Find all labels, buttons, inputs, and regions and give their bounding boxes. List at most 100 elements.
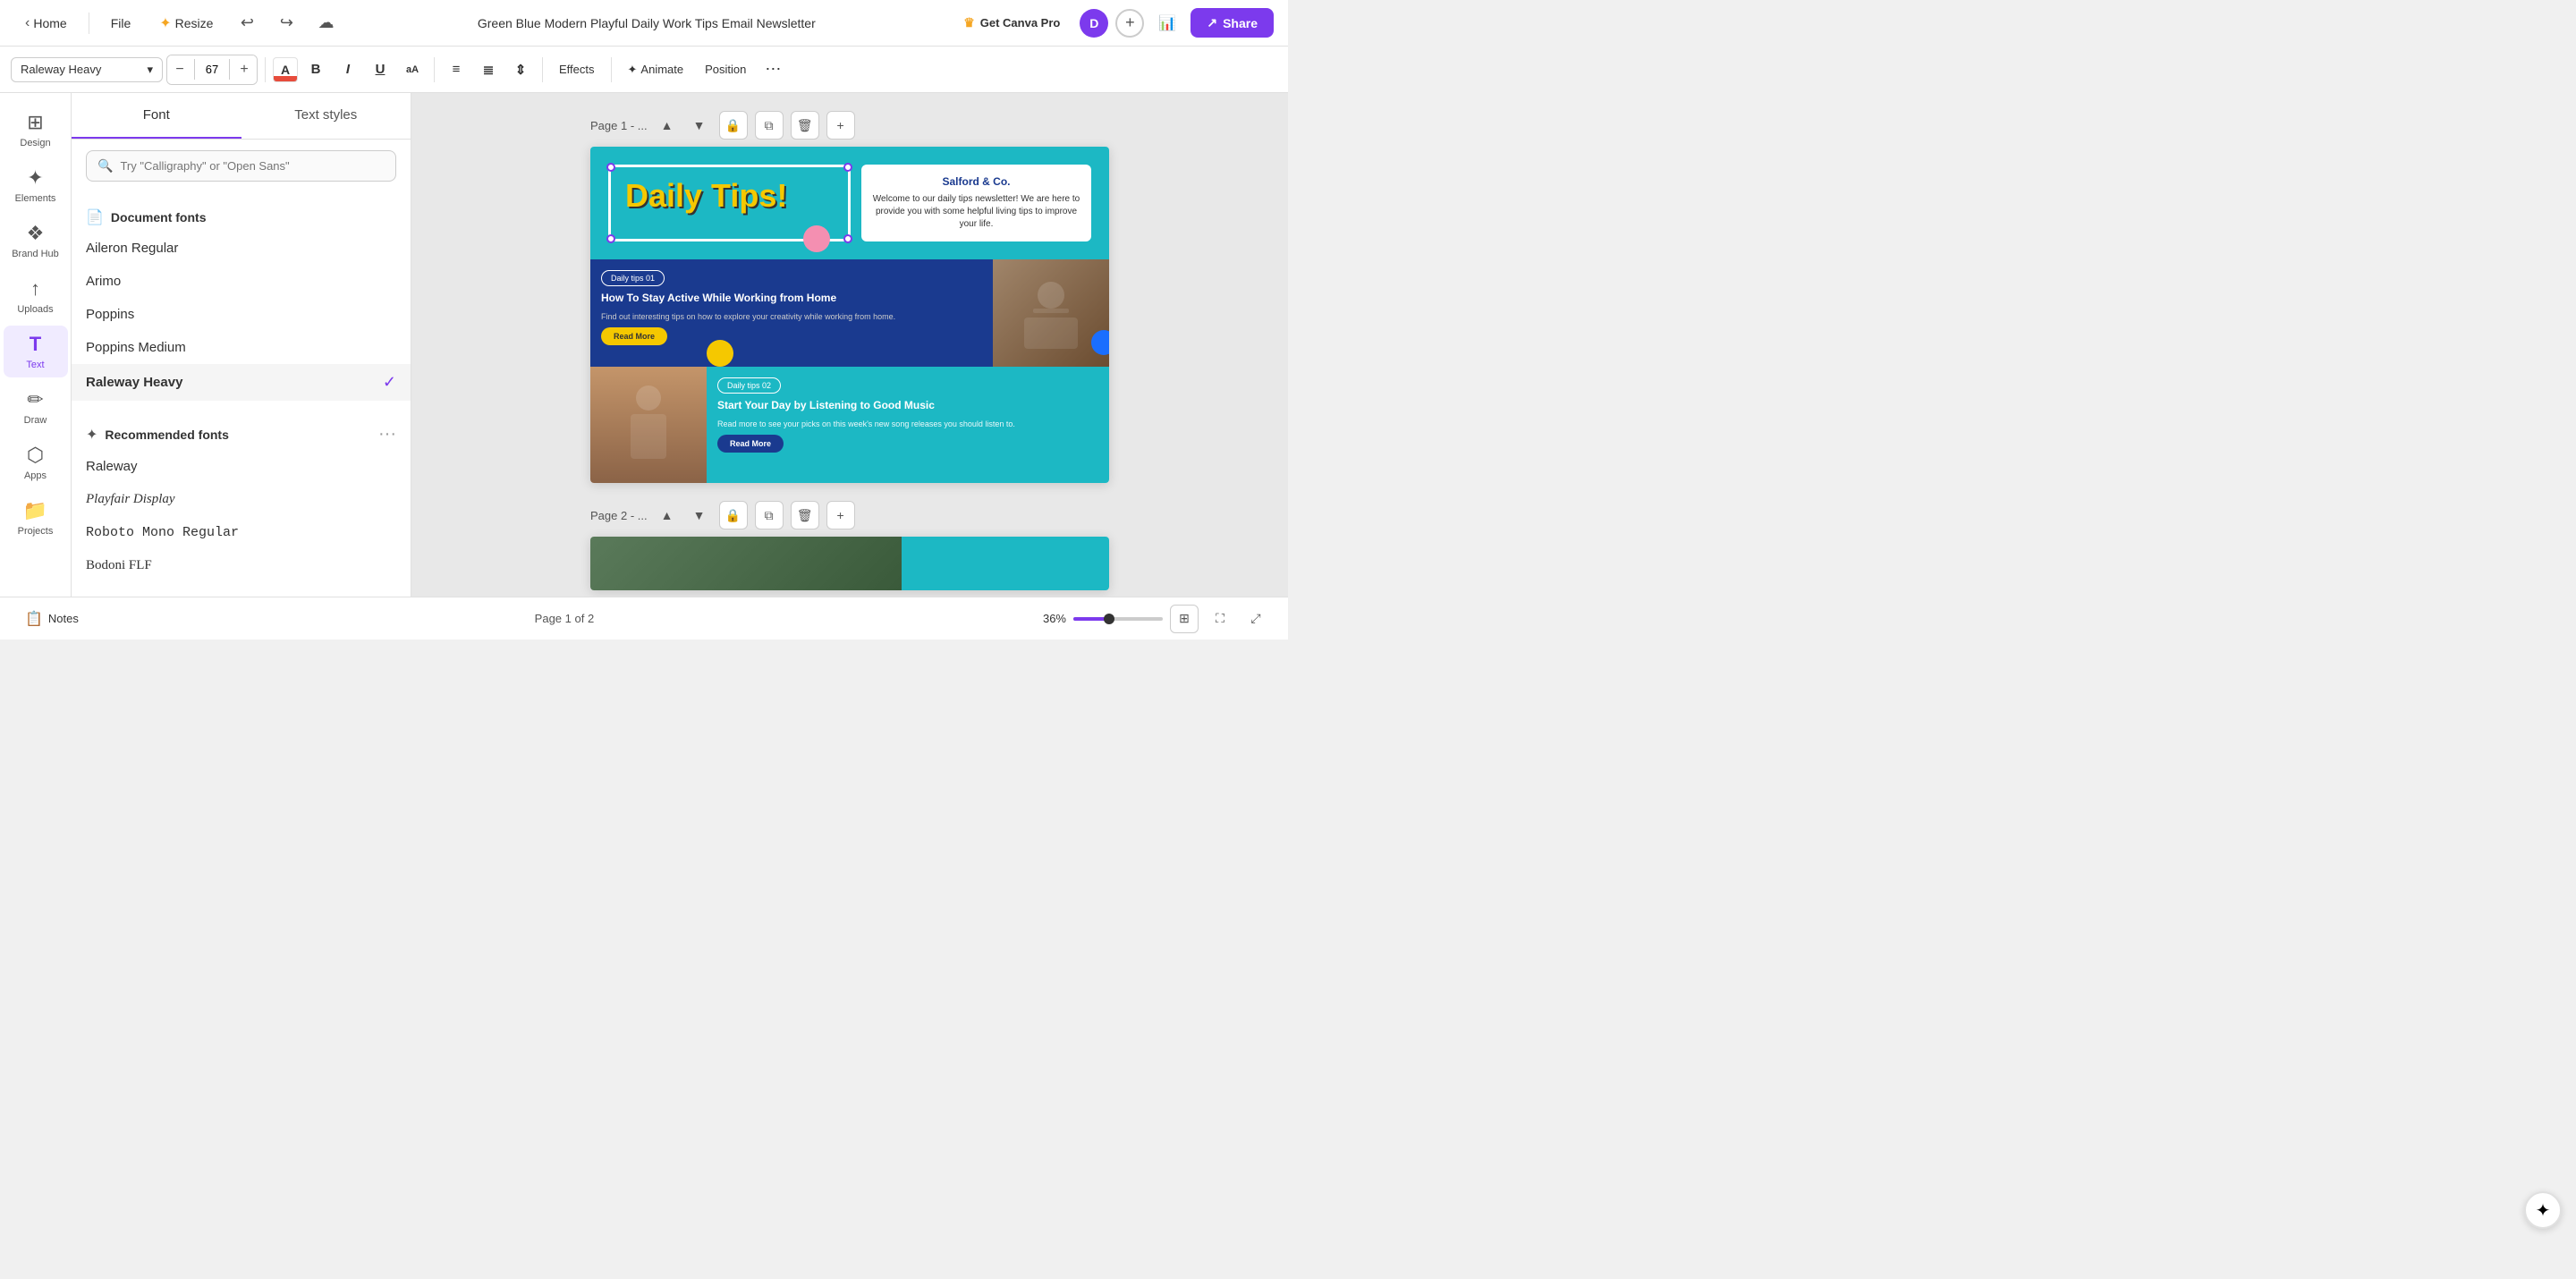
recommended-fonts-label: Recommended fonts — [105, 428, 228, 442]
salford-box: Salford & Co. Welcome to our daily tips … — [861, 165, 1091, 241]
list-button[interactable]: ≣ — [474, 55, 503, 84]
font-name-aileron: Aileron Regular — [86, 241, 178, 256]
upload-font-row[interactable]: Upload a font ♛ LEARN MORE — [72, 589, 411, 597]
notes-button[interactable]: 📋 Notes — [18, 605, 86, 633]
font-size-input[interactable] — [194, 59, 230, 80]
sidebar-item-design[interactable]: ⊞ Design — [4, 104, 68, 156]
font-search-input[interactable] — [120, 159, 385, 173]
font-item-bodoni[interactable]: Bodoni FLF — [72, 549, 411, 582]
avatar[interactable]: D — [1080, 9, 1108, 38]
page1-delete-button[interactable]: 🗑 — [791, 111, 819, 140]
tip2-content: Daily tips 02 Start Your Day by Listenin… — [707, 367, 1109, 483]
deco-circle-pink — [803, 225, 830, 252]
sidebar-item-text[interactable]: T Text — [4, 326, 68, 377]
case-button[interactable]: aA — [398, 55, 427, 84]
file-button[interactable]: File — [100, 11, 142, 36]
grid-view-button[interactable]: ⊞ — [1170, 605, 1199, 633]
bottom-section: Daily tips 02 Start Your Day by Listenin… — [590, 367, 1109, 483]
italic-button[interactable]: I — [334, 55, 362, 84]
align-button[interactable]: ≡ — [442, 55, 470, 84]
resize-button[interactable]: ✦ Resize — [148, 9, 224, 38]
font-item-aileron[interactable]: Aileron Regular — [72, 232, 411, 265]
font-name-playfair: Playfair Display — [86, 492, 175, 507]
page1-add-button[interactable]: + — [826, 111, 855, 140]
page2-delete-button[interactable]: 🗑 — [791, 501, 819, 529]
zoom-slider-thumb — [1104, 614, 1114, 624]
color-letter: A — [281, 64, 290, 76]
position-button[interactable]: Position — [696, 57, 755, 81]
animate-icon: ✦ — [628, 63, 638, 77]
font-name-poppins: Poppins — [86, 307, 134, 322]
effects-button[interactable]: Effects — [550, 57, 604, 81]
get-pro-button[interactable]: ♛ Get Canva Pro — [951, 9, 1072, 37]
share-button[interactable]: ↗ Share — [1191, 8, 1274, 38]
increase-size-button[interactable]: + — [232, 55, 257, 84]
page2-collapse-button[interactable]: ▲ — [655, 503, 680, 528]
font-item-raleway-heavy[interactable]: Raleway Heavy ✓ — [72, 364, 411, 401]
draw-icon: ✏ — [27, 388, 43, 411]
font-item-arimo[interactable]: Arimo — [72, 265, 411, 298]
tip2-title: Start Your Day by Listening to Good Musi… — [717, 399, 1098, 413]
document-fonts-section: 📄 Document fonts — [72, 199, 411, 232]
top-bar: ‹ Home File ✦ Resize ↩ ↪ ☁ Green Blue Mo… — [0, 0, 1288, 47]
font-item-raleway[interactable]: Raleway — [72, 450, 411, 483]
sidebar-item-apps[interactable]: ⬡ Apps — [4, 436, 68, 488]
font-name-display: Raleway Heavy — [21, 63, 101, 76]
page1-canvas: Daily Tips! Salford & Co. Welcome to our… — [590, 147, 1109, 483]
font-item-poppins[interactable]: Poppins — [72, 298, 411, 331]
divider — [265, 57, 266, 82]
page1-collapse-button[interactable]: ▲ — [655, 113, 680, 138]
handle-tr — [843, 163, 852, 172]
page2-duplicate-button[interactable]: ⧉ — [755, 501, 784, 529]
get-pro-label: Get Canva Pro — [980, 16, 1061, 30]
redo-button[interactable]: ↪ — [270, 7, 302, 39]
sidebar-label-projects: Projects — [18, 526, 54, 537]
fullscreen-button[interactable]: ⛶ — [1206, 605, 1234, 633]
page2-add-button[interactable]: + — [826, 501, 855, 529]
exit-fullscreen-button[interactable]: ⤢ — [1241, 605, 1270, 633]
tip1-title: How To Stay Active While Working from Ho… — [601, 292, 982, 306]
tab-font[interactable]: Font — [72, 93, 242, 139]
tab-text-styles[interactable]: Text styles — [242, 93, 411, 139]
projects-icon: 📁 — [23, 499, 47, 522]
page1-lock-button[interactable]: 🔒 — [719, 111, 748, 140]
sidebar-item-uploads[interactable]: ↑ Uploads — [4, 270, 68, 322]
sidebar-item-draw[interactable]: ✏ Draw — [4, 381, 68, 433]
save-cloud-button[interactable]: ☁ — [309, 7, 342, 39]
zoom-slider[interactable] — [1073, 617, 1163, 621]
animate-button[interactable]: ✦ Animate — [619, 57, 693, 82]
sidebar-item-projects[interactable]: 📁 Projects — [4, 492, 68, 544]
font-item-playfair[interactable]: Playfair Display — [72, 483, 411, 516]
page1-label: Page 1 - ... — [590, 119, 648, 132]
decrease-size-button[interactable]: − — [167, 55, 192, 84]
font-item-poppins-medium[interactable]: Poppins Medium — [72, 331, 411, 364]
tip1-image-placeholder — [993, 259, 1109, 367]
person-illustration — [617, 380, 680, 470]
undo-button[interactable]: ↩ — [231, 7, 263, 39]
sidebar-item-brand-hub[interactable]: ❖ Brand Hub — [4, 215, 68, 267]
page2-expand-button[interactable]: ▼ — [687, 503, 712, 528]
page1-header: Page 1 - ... ▲ ▼ 🔒 ⧉ 🗑 + — [590, 111, 1109, 140]
tip1-read-more-button[interactable]: Read More — [601, 327, 667, 345]
page2-lock-button[interactable]: 🔒 — [719, 501, 748, 529]
text-color-picker[interactable]: A — [273, 57, 298, 82]
divider — [434, 57, 435, 82]
tip1-badge: Daily tips 01 — [601, 270, 665, 286]
more-options-button[interactable]: ⋯ — [758, 55, 787, 84]
spacing-button[interactable]: ⇕ — [506, 55, 535, 84]
magic-assistant-button[interactable]: ✦ — [2524, 1191, 2562, 1229]
bold-button[interactable]: B — [301, 55, 330, 84]
home-button[interactable]: ‹ Home — [14, 10, 78, 37]
page2-header: Page 2 - ... ▲ ▼ 🔒 ⧉ 🗑 + — [590, 501, 1109, 529]
font-item-roboto-mono[interactable]: Roboto Mono Regular — [72, 516, 411, 549]
underline-button[interactable]: U — [366, 55, 394, 84]
more-options-icon[interactable]: ··· — [378, 424, 396, 445]
add-collaborator-button[interactable]: + — [1115, 9, 1144, 38]
sidebar-item-elements[interactable]: ✦ Elements — [4, 159, 68, 211]
page1-expand-button[interactable]: ▼ — [687, 113, 712, 138]
font-selector[interactable]: Raleway Heavy ▾ — [11, 57, 163, 82]
analytics-button[interactable]: 📊 — [1151, 7, 1183, 39]
tip2-read-more-button[interactable]: Read More — [717, 435, 784, 453]
page1-duplicate-button[interactable]: ⧉ — [755, 111, 784, 140]
checkmark-icon: ✓ — [383, 373, 396, 392]
